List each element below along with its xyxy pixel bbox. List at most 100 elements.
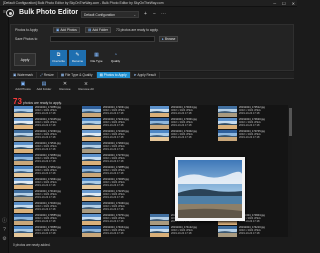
list-item[interactable]: 20191024_172511.jpg 4032 x 3024 JPEG 2019-… xyxy=(14,141,82,153)
configuration-select[interactable]: Default Configuration ⌄ xyxy=(81,11,139,18)
list-item[interactable]: 20191024_172931.jpg 4032 x 3024 JPEG 2019-… xyxy=(14,177,82,189)
quality-icon: ◔ xyxy=(113,52,118,58)
tab-label: Resize xyxy=(43,73,54,77)
list-item[interactable]: 20191024_174044.jpg 4032 x 3024 JPEG 2019-… xyxy=(82,225,150,237)
photo-thumbnail xyxy=(150,130,169,141)
photo-list[interactable]: 20191024_171856.jpg 4032 x 3024 JPEG 2019-… xyxy=(12,105,288,237)
apply-button[interactable]: Apply xyxy=(14,53,36,66)
list-item[interactable]: 20191024_173120.jpg 4032 x 3024 JPEG 2019-… xyxy=(14,189,82,201)
list-item[interactable]: 20191024_173215.jpg 4032 x 3024 JPEG 2019-… xyxy=(82,189,150,201)
photo-meta: 20191024_173215.jpg 4032 x 3024 JPEG 2019-… xyxy=(103,190,129,199)
list-item[interactable]: 20191024_173005.jpg 4032 x 3024 JPEG 2019-… xyxy=(82,177,150,189)
photo-date: 2019-10-24 17:18 xyxy=(239,232,260,235)
toolbar-label: Add Photos xyxy=(15,87,31,91)
remove-configuration-icon[interactable]: − xyxy=(151,11,158,18)
maximize-icon[interactable]: ☐ xyxy=(282,1,286,6)
configuration-value: Default Configuration xyxy=(84,13,115,17)
left-rail: ≡ ⓘ ? ⚙ xyxy=(0,7,9,253)
list-item[interactable]: 20191024_173958.jpg 4032 x 3024 JPEG 2019-… xyxy=(14,225,82,237)
add-folder-button[interactable]: ▤ Add Folder xyxy=(85,27,111,33)
list-item[interactable]: 20191024_173620.jpg 4032 x 3024 JPEG 2019-… xyxy=(218,117,286,129)
photo-date: 2019-10-24 17:18 xyxy=(171,136,192,139)
rename-button[interactable]: ✎ Rename xyxy=(69,50,86,66)
list-item[interactable]: 20191024_172244.jpg 4032 x 3024 JPEG 2019-… xyxy=(82,117,150,129)
title-bar: [Default Configuration] Bulk Photo Edito… xyxy=(0,0,297,7)
list-item[interactable]: 20191024_171856.jpg 4032 x 3024 JPEG 2019-… xyxy=(14,105,82,117)
list-item[interactable]: 20191024_173701.jpg 4032 x 3024 JPEG 2019-… xyxy=(82,213,150,225)
list-item[interactable]: 20191024_172812.jpg 4032 x 3024 JPEG 2019-… xyxy=(14,165,82,177)
photo-thumbnail xyxy=(150,226,169,237)
tab-label: Apply Result xyxy=(137,73,156,77)
photo-meta: 20191024_173402.jpg 4032 x 3024 JPEG 2019-… xyxy=(171,130,197,139)
list-item[interactable]: 20191024_173044.jpg 4032 x 3024 JPEG 2019-… xyxy=(150,105,218,117)
photo-date: 2019-10-24 17:18 xyxy=(35,232,56,235)
list-item[interactable]: 20191024_172740.jpg 4032 x 3024 JPEG 2019-… xyxy=(82,153,150,165)
photo-thumbnail xyxy=(82,106,101,117)
photo-meta: 20191024_173555.jpg 4032 x 3024 JPEG 2019-… xyxy=(35,214,61,223)
settings-icon[interactable]: ⚙ xyxy=(2,237,7,242)
photo-thumbnail xyxy=(14,214,33,225)
quality-button[interactable]: ◔ Quality xyxy=(107,50,124,66)
photo-date: 2019-10-24 17:18 xyxy=(171,112,192,115)
info-icon[interactable]: ⓘ xyxy=(2,219,7,224)
overwrite-button[interactable]: ⧉ Overwrite xyxy=(50,50,67,66)
list-item[interactable]: 20191024_172855.jpg 4032 x 3024 JPEG 2019-… xyxy=(82,165,150,177)
list-item[interactable]: 20191024_172105.jpg 4032 x 3024 JPEG 2019-… xyxy=(14,117,82,129)
tab-file-type-quality[interactable]: ▦ File Type & Quality xyxy=(58,72,97,78)
photo-date: 2019-10-24 17:18 xyxy=(35,124,56,127)
help-icon[interactable]: ? xyxy=(2,228,7,233)
photo-meta: 20191024_173005.jpg 4032 x 3024 JPEG 2019-… xyxy=(103,178,129,187)
toolbar-remove-button[interactable]: ✕ Remove xyxy=(55,81,75,95)
photo-thumbnail xyxy=(82,190,101,201)
save-path-input[interactable] xyxy=(50,36,155,42)
tab-photos-to-apply[interactable]: ▤ Photos to Apply xyxy=(96,72,131,78)
photo-thumbnail xyxy=(150,106,169,117)
toolbar-add-photos-button[interactable]: ▣ Add Photos xyxy=(13,81,33,95)
tab-apply-result[interactable]: ➤ Apply Result xyxy=(131,72,160,78)
photo-thumbnail xyxy=(82,178,101,189)
photo-date: 2019-10-24 17:18 xyxy=(103,220,124,223)
photo-date: 2019-10-24 17:18 xyxy=(35,184,56,187)
list-item[interactable]: 20191024_173301.jpg 4032 x 3024 JPEG 2019-… xyxy=(150,117,218,129)
add-photos-icon: ▣ xyxy=(56,28,60,32)
ready-text: 73 photos are ready to apply. xyxy=(116,28,159,32)
list-item[interactable]: 20191024_173512.jpg 4032 x 3024 JPEG 2019-… xyxy=(218,105,286,117)
scrollbar-thumb[interactable] xyxy=(288,108,292,136)
list-item[interactable]: 20191024_172650.jpg 4032 x 3024 JPEG 2019-… xyxy=(14,153,82,165)
photo-date: 2019-10-24 17:18 xyxy=(103,148,124,151)
more-icon[interactable]: ⋯ xyxy=(160,11,167,18)
list-item[interactable]: 20191024_174210.jpg 4032 x 3024 JPEG 2019-… xyxy=(218,225,286,237)
add-folder-icon: ▤ xyxy=(88,28,92,32)
photo-date: 2019-10-24 17:18 xyxy=(35,208,56,211)
add-configuration-icon[interactable]: + xyxy=(142,11,149,18)
list-item[interactable]: 20191024_172603.jpg 4032 x 3024 JPEG 2019-… xyxy=(82,141,150,153)
photo-thumbnail xyxy=(14,190,33,201)
list-item[interactable]: 20191024_172031.jpg 4032 x 3024 JPEG 2019-… xyxy=(82,105,150,117)
resize-icon: ⤢ xyxy=(40,73,43,77)
list-item[interactable]: 20191024_173340.jpg 4032 x 3024 JPEG 2019-… xyxy=(14,201,82,213)
list-item[interactable]: 20191024_173555.jpg 4032 x 3024 JPEG 2019-… xyxy=(14,213,82,225)
toolbar-remove-all-button[interactable]: ⨯ Remove All xyxy=(76,81,96,95)
list-item[interactable]: 20191024_172418.jpg 4032 x 3024 JPEG 2019-… xyxy=(82,129,150,141)
list-item[interactable]: 20191024_174122.jpg 4032 x 3024 JPEG 2019-… xyxy=(150,225,218,237)
list-item[interactable]: 20191024_173430.jpg 4032 x 3024 JPEG 2019-… xyxy=(82,201,150,213)
photo-meta: 20191024_172031.jpg 4032 x 3024 JPEG 2019-… xyxy=(103,106,129,115)
list-item[interactable]: 20191024_173402.jpg 4032 x 3024 JPEG 2019-… xyxy=(150,129,218,141)
browse-button[interactable]: ▸ Browse xyxy=(159,36,179,42)
photo-thumbnail xyxy=(14,154,33,165)
photo-thumbnail xyxy=(14,166,33,177)
file-type-button[interactable]: ▦ File Type xyxy=(88,50,105,66)
tab-watermark[interactable]: ▣ Watermark xyxy=(10,72,38,78)
list-item[interactable]: 20191024_172330.jpg 4032 x 3024 JPEG 2019-… xyxy=(14,129,82,141)
close-icon[interactable]: ✕ xyxy=(292,1,295,6)
toolbar-add-folder-button[interactable]: ▤ Add Folder xyxy=(34,81,54,95)
minimize-icon[interactable]: ─ xyxy=(273,1,276,6)
photo-meta: 20191024_172740.jpg 4032 x 3024 JPEG 2019-… xyxy=(103,154,129,163)
tab-resize[interactable]: ⤢ Resize xyxy=(37,72,58,78)
add-photos-button[interactable]: ▣ Add Photos xyxy=(53,27,80,33)
tab-label: File Type & Quality xyxy=(64,73,93,77)
photo-thumbnail xyxy=(14,130,33,141)
photo-date: 2019-10-24 17:18 xyxy=(103,172,124,175)
photo-date: 2019-10-24 17:18 xyxy=(35,148,56,151)
list-item[interactable]: 20191024_173745.jpg 4032 x 3024 JPEG 2019-… xyxy=(218,129,286,141)
